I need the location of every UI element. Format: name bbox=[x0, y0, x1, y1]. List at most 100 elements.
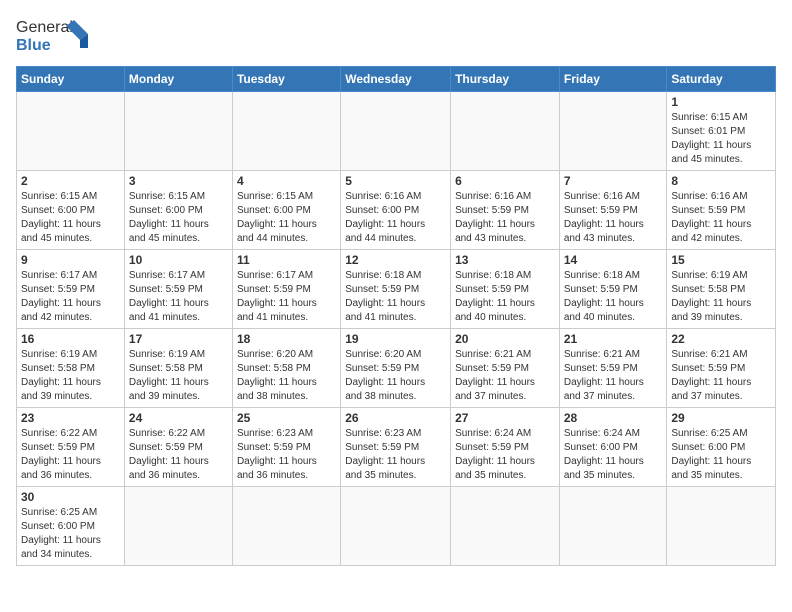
calendar-cell bbox=[559, 487, 667, 566]
calendar-cell: 15 Sunrise: 6:19 AM Sunset: 5:58 PM Dayli… bbox=[667, 250, 776, 329]
day-info: Sunrise: 6:22 AM Sunset: 5:59 PM Dayligh… bbox=[129, 427, 228, 483]
calendar-cell bbox=[559, 92, 667, 171]
calendar-cell bbox=[17, 92, 125, 171]
week-row-1: 1 Sunrise: 6:15 AM Sunset: 6:01 PM Daylig… bbox=[17, 92, 776, 171]
day-info: Sunrise: 6:16 AM Sunset: 5:59 PM Dayligh… bbox=[671, 190, 771, 246]
day-number: 20 bbox=[455, 332, 555, 346]
day-info: Sunrise: 6:21 AM Sunset: 5:59 PM Dayligh… bbox=[564, 348, 663, 404]
weekday-header-saturday: Saturday bbox=[667, 67, 776, 92]
day-info: Sunrise: 6:19 AM Sunset: 5:58 PM Dayligh… bbox=[129, 348, 228, 404]
week-row-3: 9 Sunrise: 6:17 AM Sunset: 5:59 PM Daylig… bbox=[17, 250, 776, 329]
day-number: 11 bbox=[237, 253, 336, 267]
day-number: 24 bbox=[129, 411, 228, 425]
calendar-cell: 28Sunrise: 6:24 AM Sunset: 6:00 PM Dayli… bbox=[559, 408, 667, 487]
calendar-cell: 10Sunrise: 6:17 AM Sunset: 5:59 PM Dayli… bbox=[124, 250, 232, 329]
calendar-table: SundayMondayTuesdayWednesdayThursdayFrid… bbox=[16, 66, 776, 566]
weekday-header-row: SundayMondayTuesdayWednesdayThursdayFrid… bbox=[17, 67, 776, 92]
calendar-cell bbox=[232, 92, 340, 171]
day-info: Sunrise: 6:21 AM Sunset: 5:59 PM Dayligh… bbox=[671, 348, 771, 404]
day-number: 27 bbox=[455, 411, 555, 425]
calendar-cell: 2 Sunrise: 6:15 AM Sunset: 6:00 PM Daylig… bbox=[17, 171, 125, 250]
calendar-cell: 27 Sunrise: 6:24 AM Sunset: 5:59 PM Dayli… bbox=[451, 408, 560, 487]
day-number: 3 bbox=[129, 174, 228, 188]
day-number: 18 bbox=[237, 332, 336, 346]
svg-text:General: General bbox=[16, 19, 73, 36]
weekday-header-tuesday: Tuesday bbox=[232, 67, 340, 92]
calendar-cell: 29Sunrise: 6:25 AM Sunset: 6:00 PM Dayli… bbox=[667, 408, 776, 487]
calendar-cell: 22 Sunrise: 6:21 AM Sunset: 5:59 PM Dayli… bbox=[667, 329, 776, 408]
calendar-cell: 4 Sunrise: 6:15 AM Sunset: 6:00 PM Daylig… bbox=[232, 171, 340, 250]
calendar-cell bbox=[451, 92, 560, 171]
day-number: 26 bbox=[345, 411, 446, 425]
day-number: 29 bbox=[671, 411, 771, 425]
day-info: Sunrise: 6:17 AM Sunset: 5:59 PM Dayligh… bbox=[21, 269, 120, 325]
calendar-cell: 20 Sunrise: 6:21 AM Sunset: 5:59 PM Dayli… bbox=[451, 329, 560, 408]
weekday-header-monday: Monday bbox=[124, 67, 232, 92]
calendar-cell bbox=[341, 92, 451, 171]
day-info: Sunrise: 6:20 AM Sunset: 5:59 PM Dayligh… bbox=[345, 348, 446, 404]
calendar-cell: 3 Sunrise: 6:15 AM Sunset: 6:00 PM Daylig… bbox=[124, 171, 232, 250]
calendar-cell: 12 Sunrise: 6:18 AM Sunset: 5:59 PM Dayli… bbox=[341, 250, 451, 329]
page: GeneralBlue SundayMondayTuesdayWednesday… bbox=[0, 0, 792, 612]
day-info: Sunrise: 6:24 AM Sunset: 6:00 PM Dayligh… bbox=[564, 427, 663, 483]
day-info: Sunrise: 6:18 AM Sunset: 5:59 PM Dayligh… bbox=[455, 269, 555, 325]
day-number: 19 bbox=[345, 332, 446, 346]
day-info: Sunrise: 6:20 AM Sunset: 5:58 PM Dayligh… bbox=[237, 348, 336, 404]
calendar-cell: 14Sunrise: 6:18 AM Sunset: 5:59 PM Dayli… bbox=[559, 250, 667, 329]
day-info: Sunrise: 6:18 AM Sunset: 5:59 PM Dayligh… bbox=[345, 269, 446, 325]
day-number: 2 bbox=[21, 174, 120, 188]
day-info: Sunrise: 6:19 AM Sunset: 5:58 PM Dayligh… bbox=[671, 269, 771, 325]
day-info: Sunrise: 6:15 AM Sunset: 6:00 PM Dayligh… bbox=[21, 190, 120, 246]
calendar-cell: 24 Sunrise: 6:22 AM Sunset: 5:59 PM Dayli… bbox=[124, 408, 232, 487]
week-row-6: 30Sunrise: 6:25 AM Sunset: 6:00 PM Dayli… bbox=[17, 487, 776, 566]
day-info: Sunrise: 6:23 AM Sunset: 5:59 PM Dayligh… bbox=[237, 427, 336, 483]
week-row-4: 16Sunrise: 6:19 AM Sunset: 5:58 PM Dayli… bbox=[17, 329, 776, 408]
weekday-header-wednesday: Wednesday bbox=[341, 67, 451, 92]
day-info: Sunrise: 6:23 AM Sunset: 5:59 PM Dayligh… bbox=[345, 427, 446, 483]
weekday-header-friday: Friday bbox=[559, 67, 667, 92]
day-number: 14 bbox=[564, 253, 663, 267]
day-info: Sunrise: 6:24 AM Sunset: 5:59 PM Dayligh… bbox=[455, 427, 555, 483]
calendar-cell: 30Sunrise: 6:25 AM Sunset: 6:00 PM Dayli… bbox=[17, 487, 125, 566]
calendar-cell: 9 Sunrise: 6:17 AM Sunset: 5:59 PM Daylig… bbox=[17, 250, 125, 329]
calendar-cell: 18 Sunrise: 6:20 AM Sunset: 5:58 PM Dayli… bbox=[232, 329, 340, 408]
day-number: 10 bbox=[129, 253, 228, 267]
day-number: 15 bbox=[671, 253, 771, 267]
day-info: Sunrise: 6:15 AM Sunset: 6:00 PM Dayligh… bbox=[129, 190, 228, 246]
calendar-cell bbox=[341, 487, 451, 566]
day-number: 9 bbox=[21, 253, 120, 267]
calendar-cell: 7Sunrise: 6:16 AM Sunset: 5:59 PM Daylig… bbox=[559, 171, 667, 250]
calendar-cell: 19 Sunrise: 6:20 AM Sunset: 5:59 PM Dayli… bbox=[341, 329, 451, 408]
day-number: 22 bbox=[671, 332, 771, 346]
week-row-5: 23 Sunrise: 6:22 AM Sunset: 5:59 PM Dayli… bbox=[17, 408, 776, 487]
weekday-header-thursday: Thursday bbox=[451, 67, 560, 92]
calendar-cell: 6 Sunrise: 6:16 AM Sunset: 5:59 PM Daylig… bbox=[451, 171, 560, 250]
day-info: Sunrise: 6:21 AM Sunset: 5:59 PM Dayligh… bbox=[455, 348, 555, 404]
day-info: Sunrise: 6:15 AM Sunset: 6:01 PM Dayligh… bbox=[671, 111, 771, 167]
day-number: 1 bbox=[671, 95, 771, 109]
day-info: Sunrise: 6:25 AM Sunset: 6:00 PM Dayligh… bbox=[21, 506, 120, 562]
week-row-2: 2 Sunrise: 6:15 AM Sunset: 6:00 PM Daylig… bbox=[17, 171, 776, 250]
day-number: 21 bbox=[564, 332, 663, 346]
calendar-cell: 17 Sunrise: 6:19 AM Sunset: 5:58 PM Dayli… bbox=[124, 329, 232, 408]
day-info: Sunrise: 6:16 AM Sunset: 5:59 PM Dayligh… bbox=[455, 190, 555, 246]
svg-text:Blue: Blue bbox=[16, 37, 51, 54]
calendar-cell bbox=[124, 487, 232, 566]
calendar-cell bbox=[451, 487, 560, 566]
day-number: 5 bbox=[345, 174, 446, 188]
calendar-cell: 25 Sunrise: 6:23 AM Sunset: 5:59 PM Dayli… bbox=[232, 408, 340, 487]
calendar-cell: 21 Sunrise: 6:21 AM Sunset: 5:59 PM Dayli… bbox=[559, 329, 667, 408]
day-info: Sunrise: 6:16 AM Sunset: 5:59 PM Dayligh… bbox=[564, 190, 663, 246]
day-number: 12 bbox=[345, 253, 446, 267]
calendar-cell: 23 Sunrise: 6:22 AM Sunset: 5:59 PM Dayli… bbox=[17, 408, 125, 487]
day-info: Sunrise: 6:22 AM Sunset: 5:59 PM Dayligh… bbox=[21, 427, 120, 483]
calendar-cell: 16Sunrise: 6:19 AM Sunset: 5:58 PM Dayli… bbox=[17, 329, 125, 408]
day-number: 4 bbox=[237, 174, 336, 188]
day-number: 23 bbox=[21, 411, 120, 425]
calendar-cell: 26 Sunrise: 6:23 AM Sunset: 5:59 PM Dayli… bbox=[341, 408, 451, 487]
day-info: Sunrise: 6:17 AM Sunset: 5:59 PM Dayligh… bbox=[237, 269, 336, 325]
day-number: 25 bbox=[237, 411, 336, 425]
day-info: Sunrise: 6:15 AM Sunset: 6:00 PM Dayligh… bbox=[237, 190, 336, 246]
day-number: 17 bbox=[129, 332, 228, 346]
day-number: 6 bbox=[455, 174, 555, 188]
